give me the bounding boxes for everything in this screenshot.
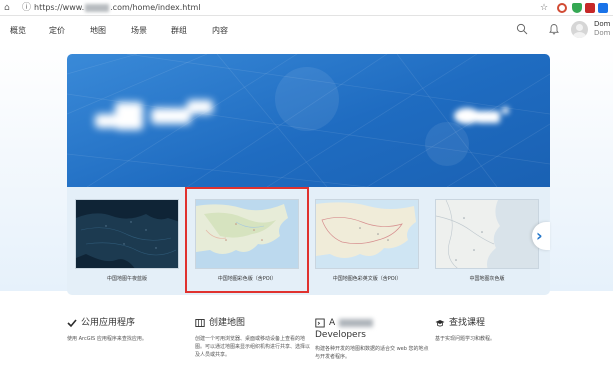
star-icon[interactable]: ☆ bbox=[540, 0, 548, 16]
shield-icon[interactable] bbox=[572, 3, 582, 13]
redacted-text bbox=[339, 319, 373, 327]
info-icon[interactable]: ⓘ bbox=[22, 0, 31, 16]
home-icon[interactable]: ⌂ bbox=[4, 0, 10, 16]
map-thumbnail bbox=[316, 200, 418, 268]
code-window-icon bbox=[315, 318, 325, 328]
gallery-card-gray[interactable] bbox=[435, 199, 539, 269]
nav-groups[interactable]: 群组 bbox=[171, 25, 187, 36]
feature-description: 使用 ArcGIS 应用程序来查找应用。 bbox=[67, 336, 147, 342]
feature-title: 创建地图 bbox=[209, 318, 246, 328]
url-suffix: .com/home/index.html bbox=[110, 3, 201, 12]
gallery-label: 中国地图午夜蓝版 bbox=[106, 276, 147, 282]
checkmark-icon bbox=[67, 319, 77, 328]
extension-icon[interactable] bbox=[557, 3, 567, 13]
user-name[interactable]: Dom bbox=[594, 20, 611, 29]
address-bar[interactable]: https://www. .com/home/index.html bbox=[34, 2, 200, 14]
gallery-card-english[interactable] bbox=[315, 199, 419, 269]
map-thumbnail bbox=[436, 200, 538, 268]
feature-title: 公用应用程序 bbox=[81, 318, 136, 328]
hero-title-redacted bbox=[95, 98, 213, 132]
search-icon[interactable] bbox=[516, 23, 528, 35]
map-icon bbox=[195, 319, 205, 327]
url-redacted bbox=[85, 3, 110, 12]
gallery-card-midnight-blue[interactable] bbox=[75, 199, 179, 269]
hero-logo-redacted bbox=[450, 105, 516, 125]
feature-title: A bbox=[329, 318, 336, 328]
nav-content[interactable]: 内容 bbox=[212, 25, 228, 36]
user-subtitle: Dom bbox=[594, 29, 611, 37]
gallery-label: 中国地图灰色版 bbox=[469, 276, 505, 282]
bell-icon[interactable] bbox=[548, 23, 560, 35]
feature-description: 创建一个可用浏览器、桌面或移动设备上查看的地图。可以通过地图来显示组织机构进行共… bbox=[195, 336, 311, 358]
browser-toolbar: ⌂ ⓘ https://www. .com/home/index.html ☆ bbox=[0, 0, 613, 16]
nav-scene[interactable]: 场景 bbox=[131, 25, 147, 36]
extension-icon[interactable] bbox=[598, 3, 608, 13]
map-thumbnail bbox=[76, 200, 178, 268]
nav-overview[interactable]: 概览 bbox=[10, 25, 26, 36]
feature-title-line2: Developers bbox=[315, 330, 366, 340]
gallery-label: 中国地图色彩英文版（含POI） bbox=[332, 276, 402, 282]
top-navigation: 概览 定价 地图 场景 群组 内容 Dom Dom bbox=[0, 16, 613, 46]
feature-description: 构建各种开发的地图和数据的适合交 web 您的地点与开发者程序。 bbox=[315, 346, 429, 360]
extension-icon[interactable] bbox=[585, 3, 595, 13]
nav-pricing[interactable]: 定价 bbox=[49, 25, 65, 36]
nav-map[interactable]: 地图 bbox=[90, 25, 106, 36]
chevron-right-icon: › bbox=[536, 226, 543, 245]
feature-title: 查找课程 bbox=[449, 318, 486, 328]
feature-description: 基于实现问题学习和教程。 bbox=[435, 336, 496, 342]
selection-highlight bbox=[185, 187, 309, 293]
url-prefix: https://www. bbox=[34, 3, 85, 12]
avatar[interactable] bbox=[571, 21, 588, 38]
graduation-cap-icon bbox=[435, 320, 445, 327]
